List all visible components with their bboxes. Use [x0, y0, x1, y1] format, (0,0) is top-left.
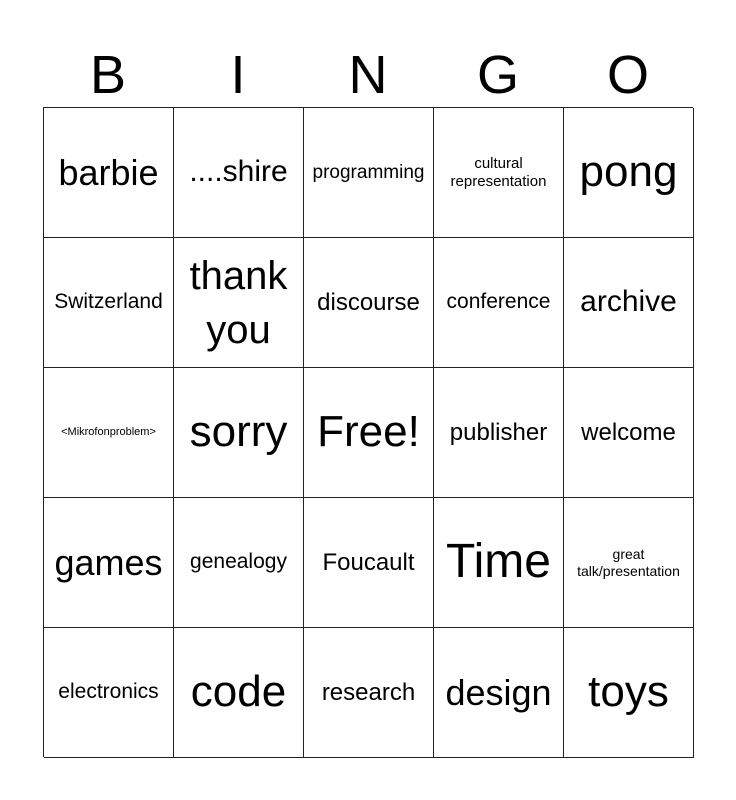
- cell-text: thank you: [189, 253, 288, 352]
- cell-text: ....shire: [189, 155, 288, 189]
- cell-text: great talk/presentation: [577, 546, 680, 579]
- header-letter-g: G: [476, 45, 519, 105]
- header-letter-n: N: [348, 45, 388, 105]
- bingo-cell[interactable]: pong: [564, 108, 694, 238]
- bingo-cell[interactable]: Foucault: [304, 498, 434, 628]
- bingo-cell[interactable]: Switzerland: [44, 238, 174, 368]
- bingo-cell[interactable]: electronics: [44, 628, 174, 758]
- cell-text: toys: [588, 667, 669, 717]
- bingo-cell[interactable]: research: [304, 628, 434, 758]
- bingo-cell[interactable]: thank you: [174, 238, 304, 368]
- cell-text: research: [321, 678, 416, 706]
- cell-text: code: [190, 667, 287, 717]
- cell-text: Switzerland: [54, 290, 163, 314]
- bingo-cell[interactable]: publisher: [434, 368, 564, 498]
- bingo-cell[interactable]: archive: [564, 238, 694, 368]
- cell-text: cultural representation: [450, 155, 547, 190]
- bingo-cell[interactable]: great talk/presentation: [564, 498, 694, 628]
- cell-text: games: [54, 541, 163, 583]
- cell-text: discourse: [317, 288, 420, 316]
- cell-text: archive: [580, 285, 677, 319]
- bingo-cell[interactable]: design: [434, 628, 564, 758]
- cell-text: Foucault: [322, 548, 415, 576]
- header-letter-i: I: [230, 45, 246, 105]
- cell-text: barbie: [58, 151, 159, 193]
- cell-text: Time: [446, 535, 551, 589]
- cell-text: welcome: [581, 418, 676, 446]
- bingo-grid: barbie ....shire programming cultural re…: [43, 107, 694, 758]
- bingo-header: B I N G O: [43, 40, 693, 110]
- cell-text: electronics: [58, 680, 159, 704]
- free-space-text: Free!: [317, 407, 420, 457]
- header-letter-b: B: [89, 45, 127, 105]
- bingo-cell[interactable]: programming: [304, 108, 434, 238]
- cell-text: programming: [312, 161, 425, 183]
- cell-text: publisher: [449, 418, 548, 446]
- bingo-cell[interactable]: discourse: [304, 238, 434, 368]
- bingo-cell[interactable]: games: [44, 498, 174, 628]
- cell-text: <Mikrofonproblem>: [61, 426, 156, 439]
- header-letter-o: O: [606, 45, 649, 105]
- cell-text: design: [445, 671, 552, 713]
- bingo-cell[interactable]: <Mikrofonproblem>: [44, 368, 174, 498]
- bingo-cell[interactable]: cultural representation: [434, 108, 564, 238]
- bingo-cell[interactable]: sorry: [174, 368, 304, 498]
- bingo-cell[interactable]: welcome: [564, 368, 694, 498]
- bingo-cell[interactable]: genealogy: [174, 498, 304, 628]
- cell-text: sorry: [189, 407, 288, 457]
- bingo-cell[interactable]: code: [174, 628, 304, 758]
- bingo-cell[interactable]: ....shire: [174, 108, 304, 238]
- bingo-cell[interactable]: barbie: [44, 108, 174, 238]
- bingo-cell[interactable]: conference: [434, 238, 564, 368]
- cell-text: pong: [579, 147, 678, 197]
- cell-text: genealogy: [190, 550, 287, 574]
- cell-text: conference: [446, 290, 551, 314]
- free-space-cell[interactable]: Free!: [304, 368, 434, 498]
- bingo-cell[interactable]: Time: [434, 498, 564, 628]
- bingo-cell[interactable]: toys: [564, 628, 694, 758]
